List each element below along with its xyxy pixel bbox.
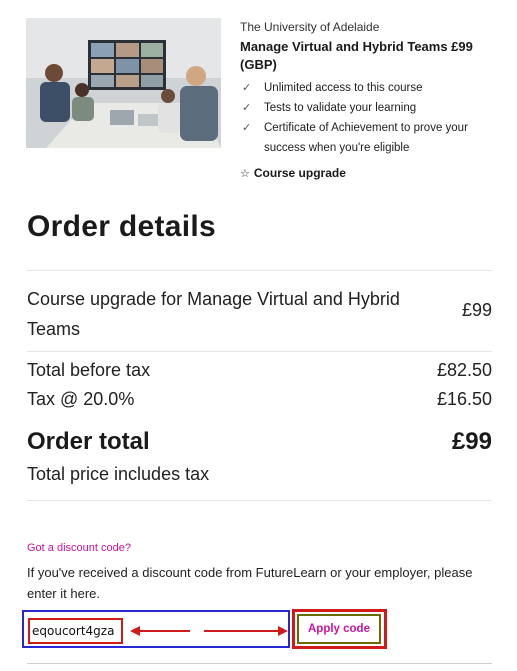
discount-instructions: If you've received a discount code from …: [27, 565, 473, 601]
divider: [27, 500, 492, 501]
check-icon: ✓: [242, 82, 252, 94]
star-icon: ☆: [240, 167, 250, 180]
course-provider: The University of Adelaide: [240, 20, 380, 34]
line-item-description: Course upgrade for Manage Virtual and Hy…: [27, 289, 400, 339]
order-total-label: Order total: [27, 428, 150, 455]
upgrade-label: Course upgrade: [253, 166, 346, 180]
divider: [27, 270, 492, 271]
order-line-item: Course upgrade for Manage Virtual and Hy…: [27, 284, 492, 344]
check-icon: ✓: [242, 122, 252, 134]
discount-code-link[interactable]: Got a discount code?: [27, 542, 131, 554]
arrow-left-icon: [130, 626, 190, 636]
benefit-item: ✓ Unlimited access to this course: [240, 78, 505, 98]
arrow-right-icon: [204, 626, 288, 636]
discount-code-input[interactable]: [28, 618, 123, 644]
course-upgrade-badge: ☆ Course upgrade: [240, 166, 505, 180]
divider: [27, 351, 492, 352]
order-total-amount: £99: [451, 428, 492, 455]
tax-amount: £16.50: [436, 389, 492, 409]
course-image: [26, 18, 221, 148]
course-summary: The University of Adelaide Manage Virtua…: [240, 20, 505, 180]
benefits-list: ✓ Unlimited access to this course ✓ Test…: [240, 78, 505, 158]
course-title: Manage Virtual and Hybrid Teams £99 (GBP…: [240, 39, 473, 72]
total-before-tax-amount: £82.50: [436, 360, 492, 380]
benefit-label: Tests to validate your learning: [264, 102, 417, 114]
apply-code-button[interactable]: Apply code: [297, 614, 381, 644]
tax-row: Tax @ 20.0% £16.50: [27, 389, 492, 410]
order-total-row: Order total £99: [27, 428, 492, 456]
total-before-tax-label: Total before tax: [27, 360, 151, 380]
benefit-item: ✓ Certificate of Achievement to prove yo…: [240, 118, 505, 158]
check-icon: ✓: [242, 102, 252, 114]
benefit-item: ✓ Tests to validate your learning: [240, 98, 505, 118]
benefit-label: Certificate of Achievement to prove your…: [264, 122, 468, 154]
tax-note: Total price includes tax: [27, 464, 210, 484]
meeting-photo-icon: [26, 18, 221, 148]
benefit-label: Unlimited access to this course: [264, 82, 423, 94]
divider: [27, 663, 492, 664]
total-before-tax-row: Total before tax £82.50: [27, 360, 492, 381]
order-details-heading: Order details: [27, 210, 216, 243]
tax-label: Tax @ 20.0%: [27, 389, 135, 409]
line-item-price: £99: [461, 300, 492, 320]
